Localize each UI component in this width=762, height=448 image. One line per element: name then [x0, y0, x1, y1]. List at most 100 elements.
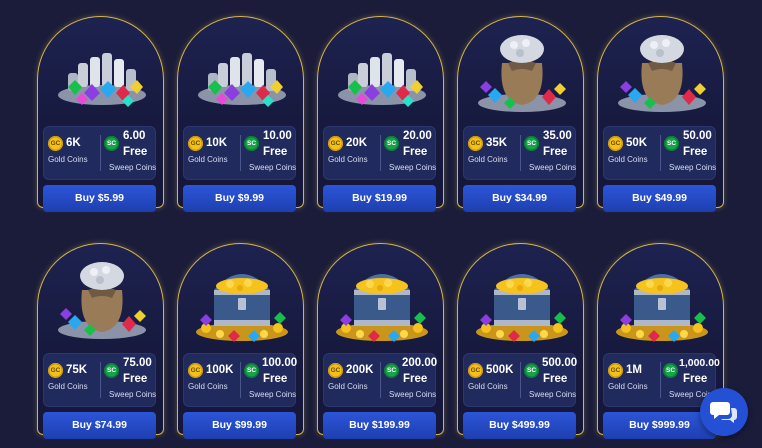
gold-coin-label: Gold Coins — [48, 382, 88, 391]
sweep-coin-free: Free — [683, 146, 708, 158]
sweep-coin-amount: 35.00 — [543, 130, 572, 142]
gem-sack-icon — [458, 23, 585, 119]
gold-coin-label: Gold Coins — [608, 155, 648, 164]
gold-coin-icon: GC — [328, 363, 343, 378]
coin-info-panel: GC 6K Gold Coins SC 6.00 Free Sweep Coin… — [43, 126, 156, 180]
buy-button[interactable]: Buy $99.99 — [183, 412, 296, 439]
sweep-coin-amount: 20.00 — [403, 130, 432, 142]
sweep-coin-icon: SC — [104, 363, 119, 378]
gold-coin-amount: 1M — [626, 364, 642, 376]
gold-coin-amount: 50K — [626, 137, 648, 149]
sweep-coin-free: Free — [123, 373, 148, 385]
sweep-coin-icon: SC — [524, 363, 539, 378]
gold-coin-label: Gold Coins — [468, 382, 508, 391]
gold-coin-amount: 35K — [486, 137, 508, 149]
treasure-chest-icon — [598, 250, 725, 346]
sweep-coin-amount: 1,000.00 — [679, 357, 720, 369]
gems-pile-icon — [178, 23, 305, 119]
package-card: GC 20K Gold Coins SC 20.00 Free Sweep Co… — [317, 16, 445, 212]
gold-coin-label: Gold Coins — [328, 155, 368, 164]
package-card: GC 200K Gold Coins SC 200.00 Free Sweep … — [317, 243, 445, 439]
gold-coin-amount: 100K — [206, 364, 234, 376]
sweep-coin-icon: SC — [384, 363, 399, 378]
gold-coin-amount: 75K — [66, 364, 88, 376]
gold-coin-amount: 20K — [346, 137, 368, 149]
buy-button[interactable]: Buy $49.99 — [603, 185, 716, 212]
gold-coin-label: Gold Coins — [188, 155, 228, 164]
coin-info-panel: GC 75K Gold Coins SC 75.00 Free Sweep Co… — [43, 353, 156, 407]
sweep-coin-amount: 10.00 — [263, 130, 292, 142]
gold-coin-label: Gold Coins — [608, 382, 648, 391]
coin-info-panel: GC 500K Gold Coins SC 500.00 Free Sweep … — [463, 353, 578, 407]
sweep-coin-icon: SC — [104, 136, 119, 151]
sweep-coin-label: Sweep Coins — [529, 390, 577, 399]
package-card: GC 35K Gold Coins SC 35.00 Free Sweep Co… — [457, 16, 585, 212]
sweep-coin-free: Free — [263, 146, 288, 158]
treasure-chest-icon — [458, 250, 585, 346]
gold-coin-icon: GC — [328, 136, 343, 151]
gold-coin-icon: GC — [48, 363, 63, 378]
gold-coin-icon: GC — [608, 136, 623, 151]
sweep-coin-label: Sweep Coins — [249, 390, 297, 399]
sweep-coin-icon: SC — [244, 136, 259, 151]
sweep-coin-free: Free — [403, 373, 428, 385]
buy-button[interactable]: Buy $74.99 — [43, 412, 156, 439]
package-grid: GC 6K Gold Coins SC 6.00 Free Sweep Coin… — [0, 0, 762, 448]
gold-coin-amount: 500K — [486, 364, 514, 376]
package-card: GC 100K Gold Coins SC 100.00 Free Sweep … — [177, 243, 305, 439]
sweep-coin-amount: 50.00 — [683, 130, 712, 142]
sweep-coin-amount: 100.00 — [262, 357, 298, 369]
gold-coin-label: Gold Coins — [188, 382, 228, 391]
package-card: GC 10K Gold Coins SC 10.00 Free Sweep Co… — [177, 16, 305, 212]
coin-info-panel: GC 10K Gold Coins SC 10.00 Free Sweep Co… — [183, 126, 296, 180]
buy-button[interactable]: Buy $19.99 — [323, 185, 436, 212]
package-card: GC 500K Gold Coins SC 500.00 Free Sweep … — [457, 243, 585, 439]
sweep-coin-icon: SC — [384, 136, 399, 151]
sweep-coin-free: Free — [263, 373, 288, 385]
buy-button[interactable]: Buy $5.99 — [43, 185, 156, 212]
sweep-coin-free: Free — [543, 146, 568, 158]
sweep-coin-free: Free — [683, 373, 708, 385]
package-card: GC 50K Gold Coins SC 50.00 Free Sweep Co… — [597, 16, 725, 212]
chat-bubbles-icon — [710, 402, 737, 423]
buy-button[interactable]: Buy $999.99 — [603, 412, 716, 439]
gems-pile-icon — [38, 23, 165, 119]
gold-coin-icon: GC — [608, 363, 623, 378]
sweep-coin-icon: SC — [524, 136, 539, 151]
buy-button[interactable]: Buy $499.99 — [463, 412, 576, 439]
package-card: GC 6K Gold Coins SC 6.00 Free Sweep Coin… — [37, 16, 165, 212]
treasure-chest-icon — [178, 250, 305, 346]
sweep-coin-label: Sweep Coins — [669, 163, 717, 172]
sweep-coin-amount: 500.00 — [542, 357, 578, 369]
coin-info-panel: GC 200K Gold Coins SC 200.00 Free Sweep … — [323, 353, 437, 407]
gold-coin-icon: GC — [188, 136, 203, 151]
gems-pile-icon — [318, 23, 445, 119]
coin-info-panel: GC 1M Gold Coins SC 1,000.00 Free Sweep … — [603, 353, 720, 407]
sweep-coin-label: Sweep Coins — [109, 390, 157, 399]
sweep-coin-label: Sweep Coins — [109, 163, 157, 172]
buy-button[interactable]: Buy $9.99 — [183, 185, 296, 212]
package-card: GC 75K Gold Coins SC 75.00 Free Sweep Co… — [37, 243, 165, 439]
gold-coin-label: Gold Coins — [328, 382, 368, 391]
sweep-coin-free: Free — [123, 146, 148, 158]
gold-coin-amount: 200K — [346, 364, 374, 376]
gold-coin-amount: 10K — [206, 137, 228, 149]
chat-button[interactable] — [700, 388, 748, 436]
sweep-coin-amount: 6.00 — [123, 130, 146, 142]
sweep-coin-label: Sweep Coins — [249, 163, 297, 172]
buy-button[interactable]: Buy $199.99 — [323, 412, 436, 439]
coin-info-panel: GC 20K Gold Coins SC 20.00 Free Sweep Co… — [323, 126, 436, 180]
gold-coin-icon: GC — [188, 363, 203, 378]
sweep-coin-label: Sweep Coins — [529, 163, 577, 172]
gold-coin-icon: GC — [48, 136, 63, 151]
gold-coin-label: Gold Coins — [468, 155, 508, 164]
sweep-coin-icon: SC — [664, 136, 679, 151]
treasure-chest-icon — [318, 250, 445, 346]
gem-sack-icon — [38, 250, 165, 346]
buy-button[interactable]: Buy $34.99 — [463, 185, 576, 212]
sweep-coin-icon: SC — [244, 363, 259, 378]
sweep-coin-free: Free — [403, 146, 428, 158]
coin-info-panel: GC 35K Gold Coins SC 35.00 Free Sweep Co… — [463, 126, 576, 180]
gold-coin-icon: GC — [468, 136, 483, 151]
gem-sack-icon — [598, 23, 725, 119]
